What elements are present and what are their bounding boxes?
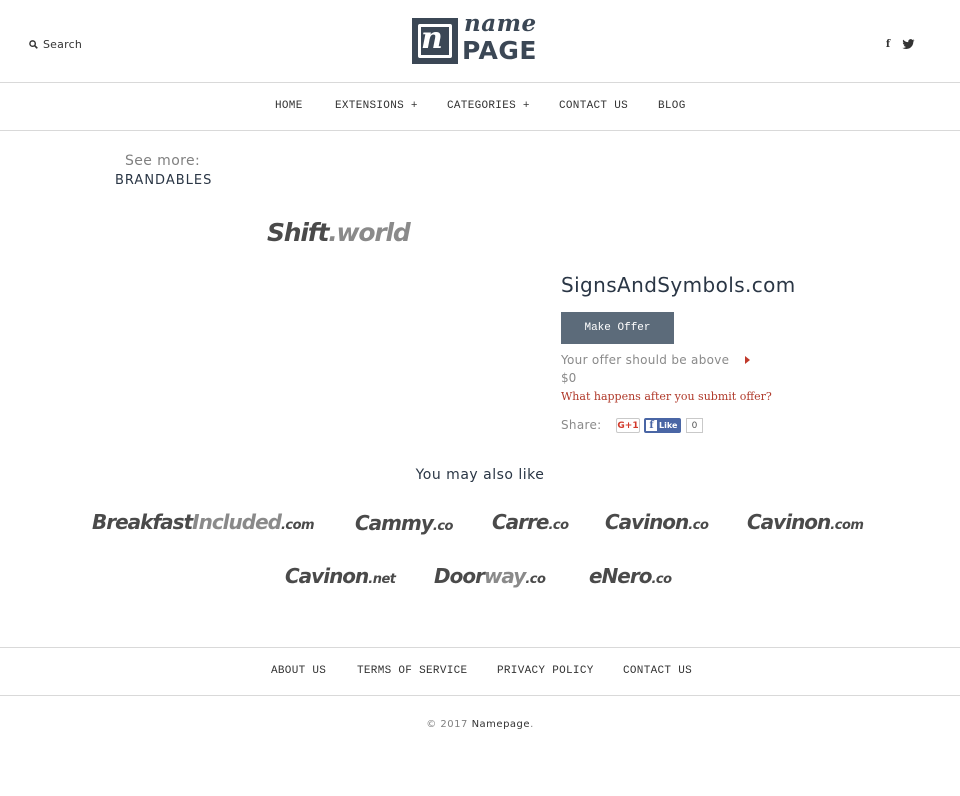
related-domain-name: eNero [589,564,652,588]
facebook-icon[interactable]: f [883,38,893,50]
site-header: Search n name PAGE f [0,0,960,83]
domain-title: SignsAndSymbols.com [561,273,796,297]
caret-right-icon[interactable] [745,356,750,364]
facebook-like-label: Like [659,421,678,430]
related-heading: You may also like [415,467,545,483]
facebook-like-button[interactable]: f Like [644,418,681,433]
related-domain-name: Cavinon [605,510,689,534]
related-domain[interactable]: Carre.co [492,510,569,538]
domain-logo-image: Shift.world [267,218,411,247]
facebook-like-count: 0 [686,418,703,433]
search-label: Search [43,38,82,51]
copyright-suffix: . [530,719,534,730]
related-domain-name-accent: way [483,564,526,588]
see-more-label: See more: [125,153,201,169]
copyright-brand-link[interactable]: Namepage [472,719,530,730]
nav-home[interactable]: HOME [275,100,303,112]
related-domain-name: Cammy [355,511,434,535]
related-domain[interactable]: Cavinon.co [605,510,709,538]
related-domain[interactable]: Cavinon.com [747,510,864,538]
related-domain-tld: .net [368,572,396,587]
related-domain-tld: .co [548,518,569,533]
offer-hint: Your offer should be above [561,353,730,367]
related-domain[interactable]: eNero.co [589,564,672,592]
related-domain-name-accent: Included [192,510,282,534]
nav-blog[interactable]: BLOG [658,100,686,112]
search-button[interactable]: Search [29,38,82,51]
footer-privacy-policy[interactable]: PRIVACY POLICY [497,665,594,677]
related-domain-tld: .com [830,518,864,533]
footer-about-us[interactable]: ABOUT US [271,665,326,677]
nav-categories[interactable]: CATEGORIES + [447,100,530,112]
facebook-icon: f [646,420,657,431]
related-domain-name: Carre [492,510,549,534]
google-plus-button[interactable]: G+1 [616,418,640,433]
offer-min-amount: $0 [561,371,577,385]
footer-nav: ABOUT US TERMS OF SERVICE PRIVACY POLICY… [0,647,960,696]
copyright: © 2017 Namepage. [0,719,960,730]
logo-text-page: PAGE [462,36,537,65]
twitter-icon[interactable] [901,38,915,50]
related-domain-name: Cavinon [747,510,831,534]
related-domain[interactable]: Doorway.co [434,564,546,592]
search-icon [29,40,38,49]
related-domain-tld: .co [432,519,454,534]
domain-logo-part2: .world [328,218,411,247]
related-domain-name: Door [434,564,485,588]
footer-contact-us[interactable]: CONTACT US [623,665,692,677]
share-label: Share: [561,418,602,432]
footer-terms-of-service[interactable]: TERMS OF SERVICE [357,665,467,677]
related-domain-tld: .co [651,572,672,587]
related-domain-name: Breakfast [92,510,193,534]
nav-extensions[interactable]: EXTENSIONS + [335,100,418,112]
related-domain-tld: .co [525,572,546,587]
see-more-brandables-link[interactable]: BRANDABLES [115,173,212,188]
related-domain[interactable]: BreakfastIncluded.com [92,510,315,538]
related-domain-tld: .com [280,518,315,533]
nav-contact-us[interactable]: CONTACT US [559,100,628,112]
logo-text-name: name [464,10,537,37]
domain-logo-part1: Shift [267,218,329,247]
copyright-prefix: © 2017 [426,719,468,730]
site-logo[interactable]: n name PAGE [412,10,549,65]
related-domain[interactable]: Cavinon.net [285,564,396,592]
offer-help-link[interactable]: What happens after you submit offer? [561,390,772,403]
main-nav: HOME EXTENSIONS + CATEGORIES + CONTACT U… [0,83,960,131]
logo-mark: n [412,18,458,64]
logo-mark-letter: n [421,21,443,56]
related-domain[interactable]: Cammy.co [355,511,453,539]
related-domain-tld: .co [688,518,709,533]
make-offer-button[interactable]: Make Offer [561,312,674,344]
related-domain-name: Cavinon [285,564,369,588]
